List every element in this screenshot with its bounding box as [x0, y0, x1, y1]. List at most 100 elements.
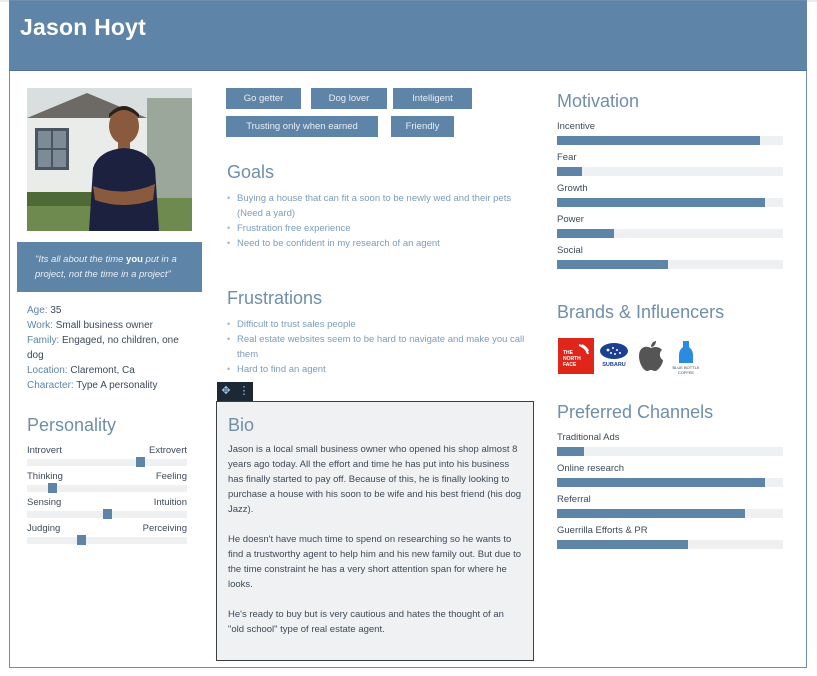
- channels-title: Preferred Channels: [557, 402, 714, 422]
- meter-track: [557, 447, 783, 456]
- personality-scale: Introvert Extrovert: [27, 445, 187, 471]
- subaru-logo-text: SUBARU: [602, 362, 626, 368]
- frustrations-section: Frustrations Difficult to trust sales pe…: [227, 288, 527, 377]
- meter-track: [557, 260, 783, 269]
- goals-item: Buying a house that can fit a soon to be…: [227, 191, 527, 221]
- meter-track: [557, 229, 783, 238]
- blue-bottle-logo-text-2: COFFEE: [678, 370, 695, 375]
- channel-meters: Traditional Ads Online research Referral Gu…: [557, 432, 783, 556]
- goals-item: Need to be confident in my research of a…: [227, 236, 527, 251]
- goals-item: Frustration free experience: [227, 221, 527, 236]
- motivation-meters: Incentive Fear Growth Power Social: [557, 121, 783, 276]
- scale-marker: [102, 509, 112, 519]
- meter-track: [557, 167, 783, 176]
- fact-value: Type A personality: [73, 380, 158, 391]
- personality-section: Personality Introvert Extrovert Thinking Fe…: [27, 415, 187, 549]
- meter-track: [557, 509, 783, 518]
- scale-left-label: Introvert: [27, 445, 62, 456]
- meter-fill: [557, 167, 582, 176]
- fact-label: Family:: [27, 335, 60, 346]
- scale-marker: [48, 483, 58, 493]
- fact-row: Location: Claremont, Ca: [27, 363, 192, 378]
- frustrations-item: Hard to find an agent: [227, 362, 527, 377]
- scale-right-label: Perceiving: [142, 523, 187, 534]
- fact-label: Age:: [27, 305, 48, 316]
- goals-list: Buying a house that can fit a soon to be…: [227, 191, 527, 251]
- meter-label: Fear: [557, 152, 577, 163]
- meter-fill: [557, 540, 689, 549]
- meter-label: Social: [557, 245, 583, 256]
- quote-text-start: "Its all about the time: [35, 254, 127, 265]
- channels-meter: Online research: [557, 463, 783, 494]
- frustrations-item: Real estate websites seem to be hard to …: [227, 332, 527, 362]
- brands-section: Brands & Influencers: [557, 302, 783, 323]
- meter-label: Traditional Ads: [557, 432, 620, 443]
- meter-fill: [557, 136, 761, 145]
- subaru-logo: SUBARU: [596, 338, 632, 374]
- bio-box[interactable]: Bio Jason is a local small business owne…: [216, 401, 534, 661]
- fact-value: Claremont, Ca: [67, 365, 135, 376]
- scale-marker: [135, 457, 145, 467]
- bio-paragraph: He doesn't have much time to spend on re…: [228, 534, 522, 590]
- frustrations-item: Difficult to trust sales people: [227, 317, 527, 332]
- fact-label: Location:: [27, 365, 68, 376]
- personality-scale: Judging Perceiving: [27, 523, 187, 549]
- meter-label: Guerrilla Efforts & PR: [557, 525, 648, 536]
- meter-track: [557, 478, 783, 487]
- trait-tag: Trusting only when earned: [226, 116, 378, 137]
- motivation-meter: Social: [557, 245, 783, 276]
- scale-left-label: Judging: [27, 523, 61, 534]
- persona-quote: "Its all about the time you put in a pro…: [17, 242, 202, 292]
- scale-left-label: Sensing: [27, 497, 62, 508]
- motivation-meter: Fear: [557, 152, 783, 183]
- meter-label: Growth: [557, 183, 588, 194]
- fact-label: Character:: [27, 380, 74, 391]
- frustrations-list: Difficult to trust sales peopleReal esta…: [227, 317, 527, 377]
- scale-right-label: Feeling: [155, 471, 187, 482]
- channels-meter: Referral: [557, 494, 783, 525]
- personality-scale: Thinking Feeling: [27, 471, 187, 497]
- meter-fill: [557, 478, 765, 487]
- meter-track: [557, 198, 783, 207]
- meter-label: Power: [557, 214, 584, 225]
- brand-logos: THE NORTH FACE SUBARU BLUE BOTTLE COFFEE: [557, 338, 717, 376]
- scale-track: [27, 537, 187, 544]
- scale-marker: [76, 535, 86, 545]
- persona-header: Jason Hoyt: [9, 1, 807, 71]
- channels-meter: Traditional Ads: [557, 432, 783, 463]
- more-options-icon[interactable]: ⋮: [235, 382, 253, 401]
- trait-tag: Dog lover: [311, 88, 387, 109]
- persona-facts: Age: 35 Work: Small business owner Family:…: [27, 303, 192, 393]
- trait-tag: Friendly: [391, 116, 454, 137]
- move-handle-icon[interactable]: ✥: [217, 382, 235, 401]
- personality-scale: Sensing Intuition: [27, 497, 187, 523]
- fact-row: Character: Type A personality: [27, 378, 192, 393]
- bio-paragraph: Jason is a local small business owner wh…: [228, 444, 522, 515]
- scale-right-label: Extrovert: [148, 445, 187, 456]
- meter-fill: [557, 229, 614, 238]
- personality-title: Personality: [27, 415, 117, 435]
- motivation-title: Motivation: [557, 91, 640, 111]
- motivation-meter: Growth: [557, 183, 783, 214]
- bio-paragraph: He's ready to buy but is very cautious a…: [228, 609, 504, 635]
- motivation-meter: Incentive: [557, 121, 783, 152]
- trait-tag: Intelligent: [393, 88, 472, 109]
- meter-fill: [557, 447, 585, 456]
- goals-title: Goals: [227, 162, 275, 182]
- north-face-logo: THE NORTH FACE: [558, 338, 594, 374]
- meter-fill: [557, 260, 668, 269]
- bio-title: Bio: [228, 415, 255, 435]
- frustrations-title: Frustrations: [227, 288, 323, 308]
- meter-fill: [557, 509, 745, 518]
- meter-label: Incentive: [557, 121, 596, 132]
- goals-section: Goals Buying a house that can fit a soon…: [227, 162, 527, 251]
- fact-row: Family: Engaged, no children, one dog: [27, 333, 192, 363]
- meter-label: Online research: [557, 463, 625, 474]
- fact-value: Small business owner: [52, 320, 153, 331]
- meter-fill: [557, 198, 765, 207]
- scale-left-label: Thinking: [27, 471, 63, 482]
- motivation-meter: Power: [557, 214, 783, 245]
- personality-scales: Introvert Extrovert Thinking Feeling Sensing…: [27, 445, 187, 549]
- persona-name: Jason Hoyt: [20, 14, 146, 40]
- motivation-section: Motivation Incentive Fear Growth Power Socia…: [557, 91, 783, 276]
